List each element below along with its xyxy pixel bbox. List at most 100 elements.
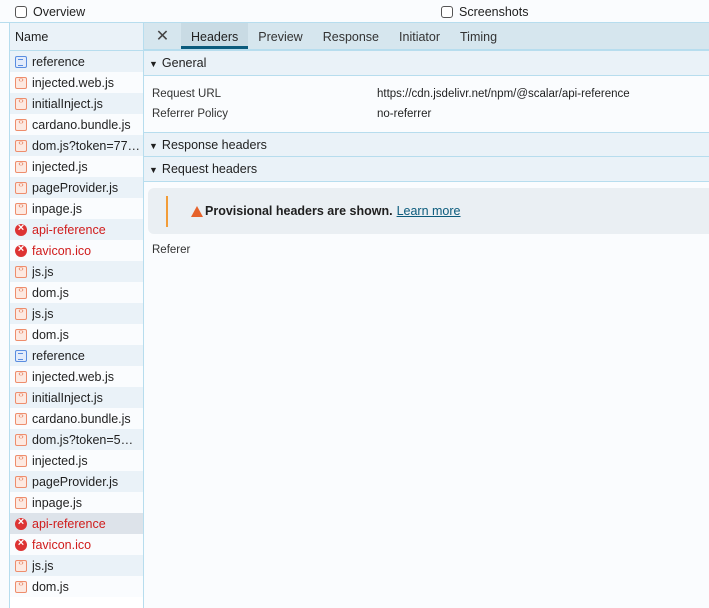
warning-icon	[191, 205, 203, 217]
section-title: Request headers	[161, 162, 258, 176]
screenshots-label: Screenshots	[459, 5, 529, 19]
triangle-down-icon: ▼	[149, 165, 158, 175]
referer-row: Referer	[144, 240, 709, 260]
script-icon	[15, 390, 27, 404]
tab-response[interactable]: Response	[313, 23, 389, 49]
request-name: js.js	[32, 558, 54, 573]
request-row[interactable]: inpage.js	[10, 492, 143, 513]
toolbar: Overview Screenshots	[0, 0, 709, 23]
request-row[interactable]: inpage.js	[10, 198, 143, 219]
request-row[interactable]: injected.web.js	[10, 72, 143, 93]
request-row[interactable]: dom.js?token=5…	[10, 429, 143, 450]
screenshots-checkbox[interactable]: Screenshots	[441, 5, 528, 19]
request-row[interactable]: injected.web.js	[10, 366, 143, 387]
request-name: pageProvider.js	[32, 474, 119, 489]
request-row[interactable]: cardano.bundle.js	[10, 408, 143, 429]
close-icon[interactable]: ✕	[144, 23, 181, 49]
request-name: dom.js	[32, 579, 69, 594]
key: Request URL	[152, 88, 222, 100]
tab-bar: ✕ Headers Preview Response Initiator Tim…	[144, 23, 709, 51]
tab-preview[interactable]: Preview	[248, 23, 312, 49]
request-name: favicon.ico	[32, 243, 92, 258]
checkbox-icon	[15, 6, 27, 18]
response-headers-section-header[interactable]: ▼ Response headers	[144, 132, 709, 157]
request-name: inpage.js	[32, 201, 83, 216]
request-name: injected.web.js	[32, 75, 114, 90]
script-icon	[15, 453, 27, 467]
request-row[interactable]: pageProvider.js	[10, 471, 143, 492]
request-url-row: Request URL https://cdn.jsdelivr.net/npm/…	[144, 84, 709, 104]
request-list: Name reference injected.web.js initialInje…	[9, 23, 144, 608]
request-name: dom.js	[32, 327, 69, 342]
request-name: js.js	[32, 264, 54, 279]
request-row[interactable]: dom.js	[10, 576, 143, 597]
value: https://cdn.jsdelivr.net/npm/@scalar/api…	[377, 88, 630, 100]
section-title: General	[161, 56, 207, 70]
script-icon	[15, 432, 27, 446]
request-row[interactable]: js.js	[10, 261, 143, 282]
request-row[interactable]: dom.js?token=77…	[10, 135, 143, 156]
request-row[interactable]: js.js	[10, 303, 143, 324]
request-name: dom.js	[32, 285, 69, 300]
request-row[interactable]: dom.js	[10, 324, 143, 345]
learn-more-link[interactable]: Learn more	[397, 204, 461, 218]
script-icon	[15, 117, 27, 131]
error-icon	[15, 537, 27, 551]
request-name: injected.web.js	[32, 369, 114, 384]
document-icon	[15, 55, 27, 68]
warning-text: Provisional headers are shown.	[205, 204, 393, 218]
script-icon	[15, 180, 27, 194]
request-name: api-reference	[32, 222, 106, 237]
tab-headers[interactable]: Headers	[181, 23, 249, 49]
request-row[interactable]: favicon.ico	[10, 240, 143, 261]
request-row[interactable]: dom.js	[10, 282, 143, 303]
key: Referrer Policy	[152, 108, 229, 120]
script-icon	[15, 579, 27, 593]
overview-label: Overview	[33, 5, 86, 19]
request-row[interactable]: cardano.bundle.js	[10, 114, 143, 135]
request-name: initialInject.js	[32, 390, 103, 405]
request-name: favicon.ico	[32, 537, 92, 552]
error-icon	[15, 243, 27, 257]
request-name: reference	[32, 54, 85, 69]
request-name: dom.js?token=77…	[32, 138, 141, 153]
request-name: reference	[32, 348, 85, 363]
request-name: initialInject.js	[32, 96, 103, 111]
request-name: injected.js	[32, 453, 88, 468]
request-name: cardano.bundle.js	[32, 117, 131, 132]
request-name: inpage.js	[32, 495, 83, 510]
request-row[interactable]: initialInject.js	[10, 93, 143, 114]
request-row[interactable]: reference	[10, 345, 143, 366]
request-row[interactable]: api-reference	[10, 219, 143, 240]
request-name: js.js	[32, 306, 54, 321]
tab-timing[interactable]: Timing	[450, 23, 507, 49]
request-row[interactable]: api-reference	[10, 513, 143, 534]
script-icon	[15, 285, 27, 299]
request-row[interactable]: pageProvider.js	[10, 177, 143, 198]
triangle-down-icon: ▼	[149, 141, 158, 151]
script-icon	[15, 306, 27, 320]
script-icon	[15, 411, 27, 425]
request-row[interactable]: reference	[10, 51, 143, 72]
request-name: dom.js?token=5…	[32, 432, 134, 447]
request-headers-section-header[interactable]: ▼ Request headers	[144, 157, 709, 182]
request-row[interactable]: injected.js	[10, 450, 143, 471]
referrer-policy-row: Referrer Policy no-referrer	[144, 104, 709, 124]
request-row[interactable]: initialInject.js	[10, 387, 143, 408]
document-icon	[15, 349, 27, 362]
request-row[interactable]: favicon.ico	[10, 534, 143, 555]
request-name: cardano.bundle.js	[32, 411, 131, 426]
script-icon	[15, 138, 27, 152]
error-icon	[15, 222, 27, 236]
details-panel: ✕ Headers Preview Response Initiator Tim…	[144, 23, 709, 608]
request-row[interactable]: js.js	[10, 555, 143, 576]
script-icon	[15, 558, 27, 572]
tab-initiator[interactable]: Initiator	[389, 23, 450, 49]
script-icon	[15, 96, 27, 110]
name-column-header[interactable]: Name	[10, 23, 143, 51]
general-section-header[interactable]: ▼ General	[144, 51, 709, 76]
overview-checkbox[interactable]: Overview	[15, 5, 85, 19]
request-row[interactable]: injected.js	[10, 156, 143, 177]
request-name: api-reference	[32, 516, 106, 531]
script-icon	[15, 75, 27, 89]
